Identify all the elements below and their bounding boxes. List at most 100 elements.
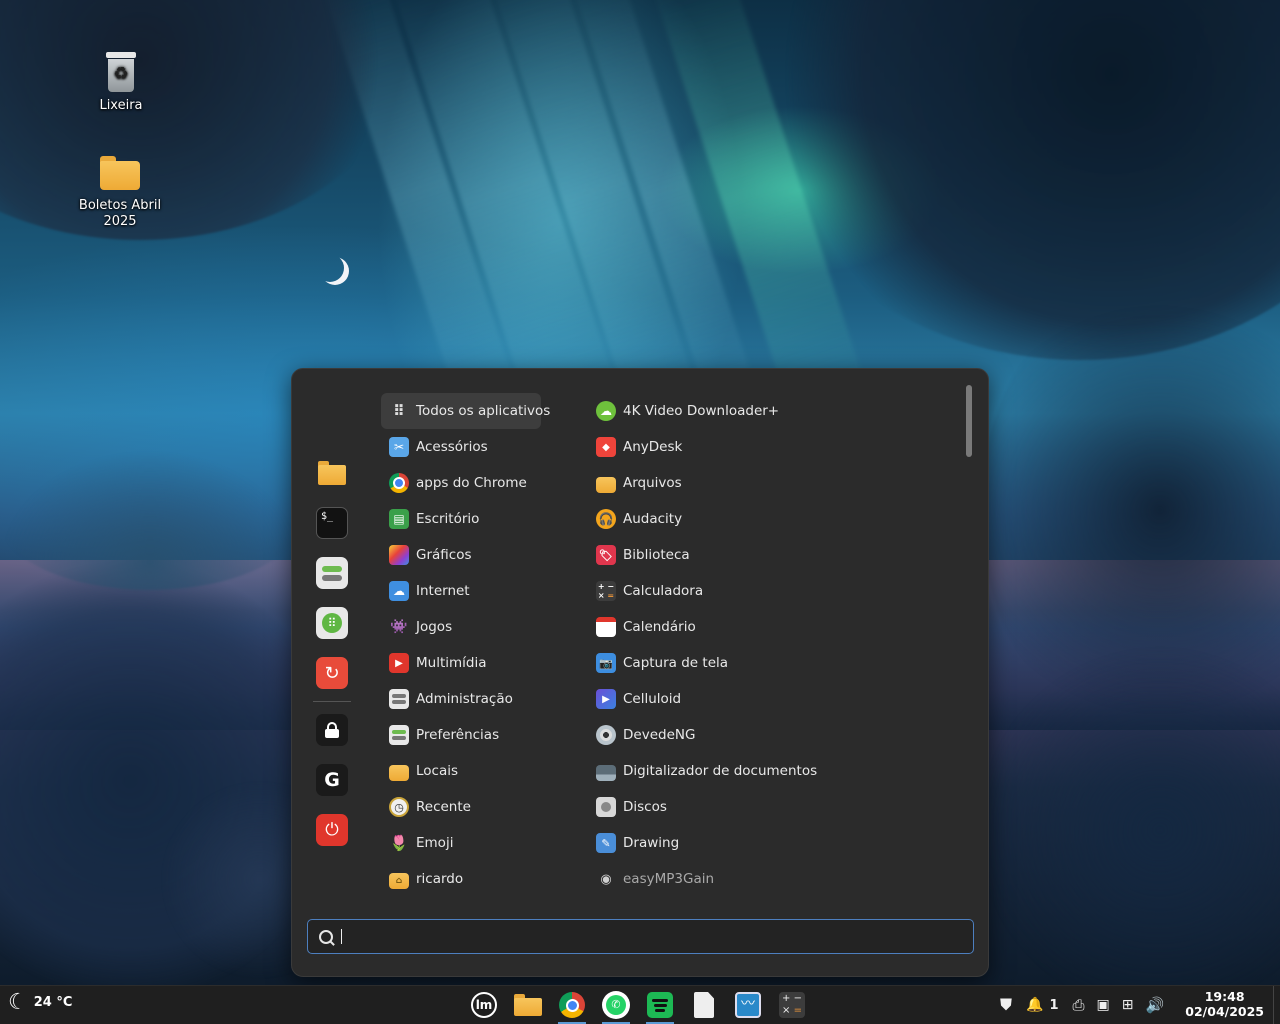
app-label: Calculadora [623, 583, 704, 599]
taskbar-calculator[interactable]: + − × = [775, 989, 809, 1021]
favorite-terminal-button[interactable]: $_ [316, 507, 348, 539]
category-places[interactable]: Locais [381, 753, 546, 789]
printer-icon[interactable]: ⎙ [1073, 996, 1085, 1014]
linux-mint-logo-icon: lm [471, 992, 497, 1018]
category-office[interactable]: ▤ Escritório [381, 501, 546, 537]
app-calendar[interactable]: Calendário [588, 609, 948, 645]
favorite-backup-button[interactable]: ↻ [316, 657, 348, 689]
favorite-files-button[interactable] [316, 457, 348, 489]
notifications-count: 1 [1049, 997, 1059, 1013]
app-label: easyMP3Gain [623, 871, 715, 887]
app-devedeng[interactable]: DevedeNG [588, 717, 948, 753]
category-label: Multimídia [416, 655, 487, 671]
desktop-icon-label: Lixeira [99, 98, 143, 113]
category-label: Recente [416, 799, 471, 815]
application-list: ☁ 4K Video Downloader+ ◆ AnyDesk Arquivo… [588, 393, 948, 913]
document-icon [694, 992, 714, 1018]
category-label: Internet [416, 583, 470, 599]
shield-icon[interactable]: ⛊ [1000, 995, 1012, 1015]
clock-date: 02/04/2025 [1185, 1004, 1264, 1019]
app-drawing[interactable]: ✎ Drawing [588, 825, 948, 861]
notifications-icon[interactable]: 🔔 [1026, 997, 1043, 1013]
category-preferences[interactable]: Preferências [381, 717, 546, 753]
lock-screen-button[interactable] [316, 714, 348, 746]
taskbar-spotify[interactable] [643, 989, 677, 1024]
app-label: Celluloid [623, 691, 682, 707]
app-label: Captura de tela [623, 655, 729, 671]
pencil-icon: ✎ [596, 833, 616, 853]
app-label: DevedeNG [623, 727, 696, 743]
category-administration[interactable]: Administração [381, 681, 546, 717]
app-document-scanner[interactable]: Digitalizador de documentos [588, 753, 948, 789]
taskbar-text-editor[interactable] [687, 989, 721, 1021]
app-anydesk[interactable]: ◆ AnyDesk [588, 429, 948, 465]
taskbar-menu-button[interactable]: lm [467, 989, 501, 1021]
clock-applet[interactable]: 19:48 02/04/2025 [1185, 989, 1264, 1019]
category-internet[interactable]: ☁ Internet [381, 573, 546, 609]
category-recent[interactable]: ◷ Recente [381, 789, 546, 825]
app-screenshot[interactable]: 📷 Captura de tela [588, 645, 948, 681]
app-library[interactable]: 🏷 Biblioteca [588, 537, 948, 573]
clock-icon: ◷ [389, 797, 409, 817]
taskbar-files[interactable] [511, 989, 545, 1021]
power-icon: ⏻ [325, 820, 339, 840]
desktop-icon-folder[interactable]: Boletos Abril 2025 [75, 156, 165, 230]
tag-icon: 🏷 [596, 545, 616, 565]
category-label: apps do Chrome [416, 475, 527, 491]
app-calculator[interactable]: + − × = Calculadora [588, 573, 948, 609]
category-multimedia[interactable]: ▶ Multimídia [381, 645, 546, 681]
search-input[interactable] [348, 927, 952, 946]
favorite-settings-button[interactable] [316, 557, 348, 589]
app-files[interactable]: Arquivos [588, 465, 948, 501]
category-games[interactable]: 👾 Jogos [381, 609, 546, 645]
tulip-icon: 🌷 [389, 834, 409, 852]
category-all-apps[interactable]: ⠿ Todos os aplicativos [381, 393, 550, 429]
app-label: Audacity [623, 511, 683, 527]
weather-temperature: 24 °C [33, 995, 73, 1010]
app-label: Biblioteca [623, 547, 690, 563]
app-4k-video-downloader[interactable]: ☁ 4K Video Downloader+ [588, 393, 948, 429]
search-icon [319, 929, 333, 944]
app-label: AnyDesk [623, 439, 683, 455]
category-chrome-apps[interactable]: apps do Chrome [381, 465, 546, 501]
taskbar-chrome[interactable] [555, 989, 589, 1024]
chrome-icon [389, 473, 409, 493]
folder-icon [389, 764, 409, 781]
settings-toggle-icon [322, 565, 342, 581]
app-celluloid[interactable]: ▶ Celluloid [588, 681, 948, 717]
favorites-separator [313, 701, 351, 702]
app-easymp3gain[interactable]: ◉ easyMP3Gain [588, 861, 948, 897]
weather-applet[interactable]: ☾ 24 °C [8, 990, 72, 1015]
show-desktop-button[interactable] [1273, 986, 1280, 1024]
favorites-sidebar: $_ ⠿ ↻ G ⏻ [310, 457, 354, 864]
category-graphics[interactable]: Gráficos [381, 537, 546, 573]
shutdown-button[interactable]: ⏻ [316, 814, 348, 846]
category-accessories[interactable]: ✂ Acessórios [381, 429, 546, 465]
folder-icon [596, 476, 616, 493]
category-home-folder[interactable]: ⌂ ricardo [381, 861, 546, 897]
app-disks[interactable]: Discos [588, 789, 948, 825]
terminal-icon: $_ [321, 511, 334, 522]
volume-meter-icon: ◉ [600, 871, 612, 887]
clipboard-icon[interactable]: ▣ [1097, 997, 1110, 1013]
calculator-icon: + − × = [779, 992, 805, 1018]
favorite-software-manager-button[interactable]: ⠿ [316, 607, 348, 639]
grid-icon: ⠿ [393, 402, 405, 420]
weather-moon-icon: ☾ [8, 990, 28, 1015]
category-label: Escritório [416, 511, 480, 527]
taskbar-system-monitor[interactable]: 〰 [731, 989, 765, 1021]
logout-button[interactable]: G [316, 764, 348, 796]
software-manager-icon: ⠿ [322, 613, 342, 633]
volume-icon[interactable]: 🔊 [1145, 996, 1164, 1014]
category-emoji[interactable]: 🌷 Emoji [381, 825, 546, 861]
disk-icon [596, 797, 616, 817]
app-audacity[interactable]: 🎧 Audacity [588, 501, 948, 537]
desktop-icon-trash[interactable]: ♻ Lixeira [76, 52, 166, 114]
network-icon[interactable]: ⊞ [1122, 997, 1134, 1013]
taskbar-whatsapp[interactable]: ✆ [599, 989, 633, 1024]
category-label: Gráficos [416, 547, 472, 563]
chrome-icon [559, 992, 585, 1018]
app-list-scrollbar[interactable] [966, 385, 972, 457]
admin-toggle-icon [389, 689, 409, 709]
search-box[interactable] [307, 919, 974, 954]
